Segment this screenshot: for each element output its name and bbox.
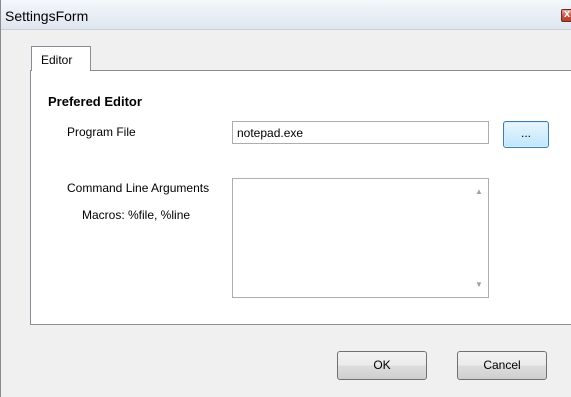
program-file-input[interactable] [232, 121, 489, 144]
command-line-arguments-label: Command Line Arguments [67, 181, 210, 195]
tab-editor[interactable]: Editor [31, 46, 91, 71]
tab-editor-label: Editor [41, 53, 73, 67]
settings-window: SettingsForm x Editor Prefered Editor Pr… [0, 0, 571, 397]
close-button[interactable]: x [561, 8, 571, 22]
close-icon: x [564, 8, 571, 20]
macros-hint-label: Macros: %file, %line [82, 208, 191, 222]
ok-button[interactable]: OK [337, 351, 427, 380]
cancel-button[interactable]: Cancel [457, 351, 547, 380]
program-file-label: Program File [67, 125, 136, 139]
scroll-down-arrow-icon[interactable]: ▼ [475, 280, 483, 289]
title-bar[interactable]: SettingsForm x [1, 0, 571, 30]
prefered-editor-heading: Prefered Editor [48, 94, 142, 109]
scroll-up-arrow-icon[interactable]: ▲ [475, 187, 483, 196]
window-title: SettingsForm [5, 8, 89, 24]
vertical-scrollbar[interactable]: ▲ ▼ [471, 179, 488, 297]
browse-button[interactable]: ... [503, 121, 549, 148]
command-line-arguments-input[interactable]: ▲ ▼ [232, 178, 489, 298]
